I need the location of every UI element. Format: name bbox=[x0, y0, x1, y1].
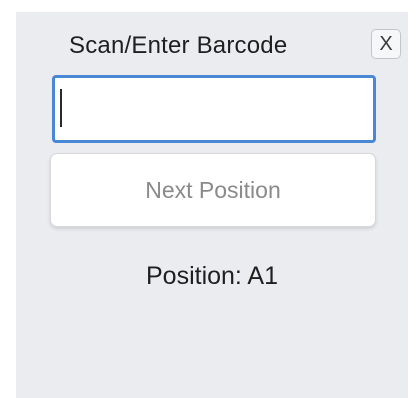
dialog-title: Scan/Enter Barcode bbox=[69, 32, 288, 59]
position-label: Position: A1 bbox=[145, 262, 279, 290]
text-cursor bbox=[60, 89, 62, 127]
close-button[interactable]: X bbox=[371, 29, 401, 59]
next-position-button[interactable]: Next Position bbox=[50, 153, 376, 227]
barcode-dialog: Scan/Enter Barcode X Next Position Posit… bbox=[16, 12, 408, 398]
barcode-input[interactable] bbox=[52, 75, 376, 143]
